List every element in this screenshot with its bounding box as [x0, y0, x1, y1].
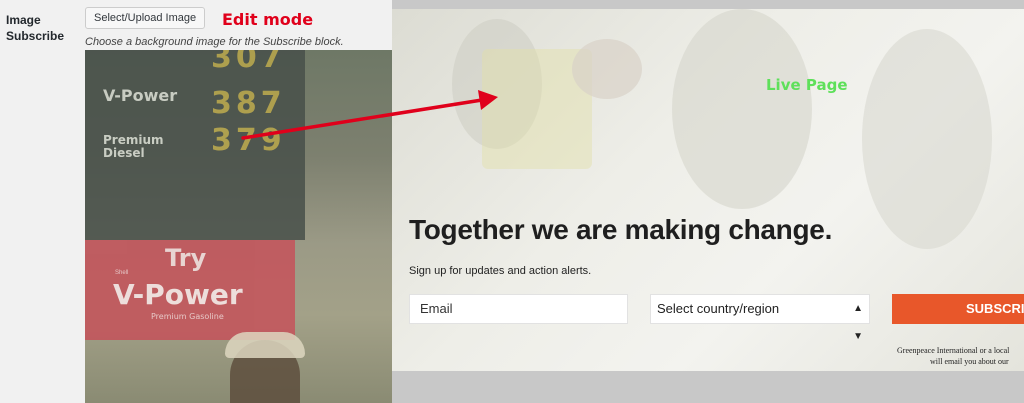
legal-text-line-2: will email you about our [930, 357, 1009, 366]
live-page-annotation: Live Page [766, 76, 848, 94]
board-row-3-label: Premium Diesel [103, 133, 164, 160]
live-page: Live Page Together we are making change.… [392, 0, 1024, 403]
gas-price-board: 307 V-Power 387 Premium Diesel 379 [85, 50, 305, 240]
help-text: Choose a background image for the Subscr… [85, 36, 344, 48]
subscribe-button[interactable]: SUBSCRIBE [892, 294, 1024, 324]
hero-title: Together we are making change. [409, 214, 833, 245]
subscribe-hero: Live Page Together we are making change.… [392, 9, 1024, 371]
board-row-2: V-Power 387 [103, 86, 282, 121]
select-arrows-icon: ▲ ▼ [853, 303, 863, 342]
country-select-label: Select country/region [657, 301, 780, 316]
photo-shape [862, 29, 992, 249]
board-row-3: Premium Diesel 379 [103, 126, 282, 160]
photo-shape [572, 39, 642, 99]
country-select[interactable]: Select country/region ▲ ▼ [650, 294, 870, 342]
hero-subtitle: Sign up for updates and action alerts. [409, 265, 592, 277]
email-input[interactable]: Email [409, 294, 628, 324]
sign-shell: Shell [115, 270, 129, 276]
admin-panel: Image Subscribe Select/Upload Image Edit… [0, 0, 392, 403]
background-image-preview: 307 V-Power 387 Premium Diesel 379 Try S… [85, 50, 392, 403]
live-top-bar [392, 0, 1024, 9]
board-row-1-digits: 307 [211, 50, 286, 75]
field-label-image-subscribe: Image Subscribe [6, 13, 65, 43]
legal-text-line-1: Greenpeace International or a local [897, 346, 1010, 355]
sign-vpower: V-Power [113, 278, 243, 311]
board-row-2-label: V-Power [103, 86, 178, 105]
select-upload-image-button[interactable]: Select/Upload Image [85, 7, 206, 29]
live-bottom-bar [392, 371, 1024, 403]
board-row-2-digits: 387 [211, 86, 286, 121]
sign-premium: Premium Gasoline [151, 312, 224, 321]
edit-mode-annotation: Edit mode [222, 10, 314, 29]
sign-try: Try [165, 244, 207, 272]
person-helmet [225, 332, 305, 358]
photo-shape [672, 9, 812, 209]
board-row-3-digits: 379 [211, 123, 286, 158]
v-power-sign: Try Shell V-Power Premium Gasoline [85, 240, 295, 340]
